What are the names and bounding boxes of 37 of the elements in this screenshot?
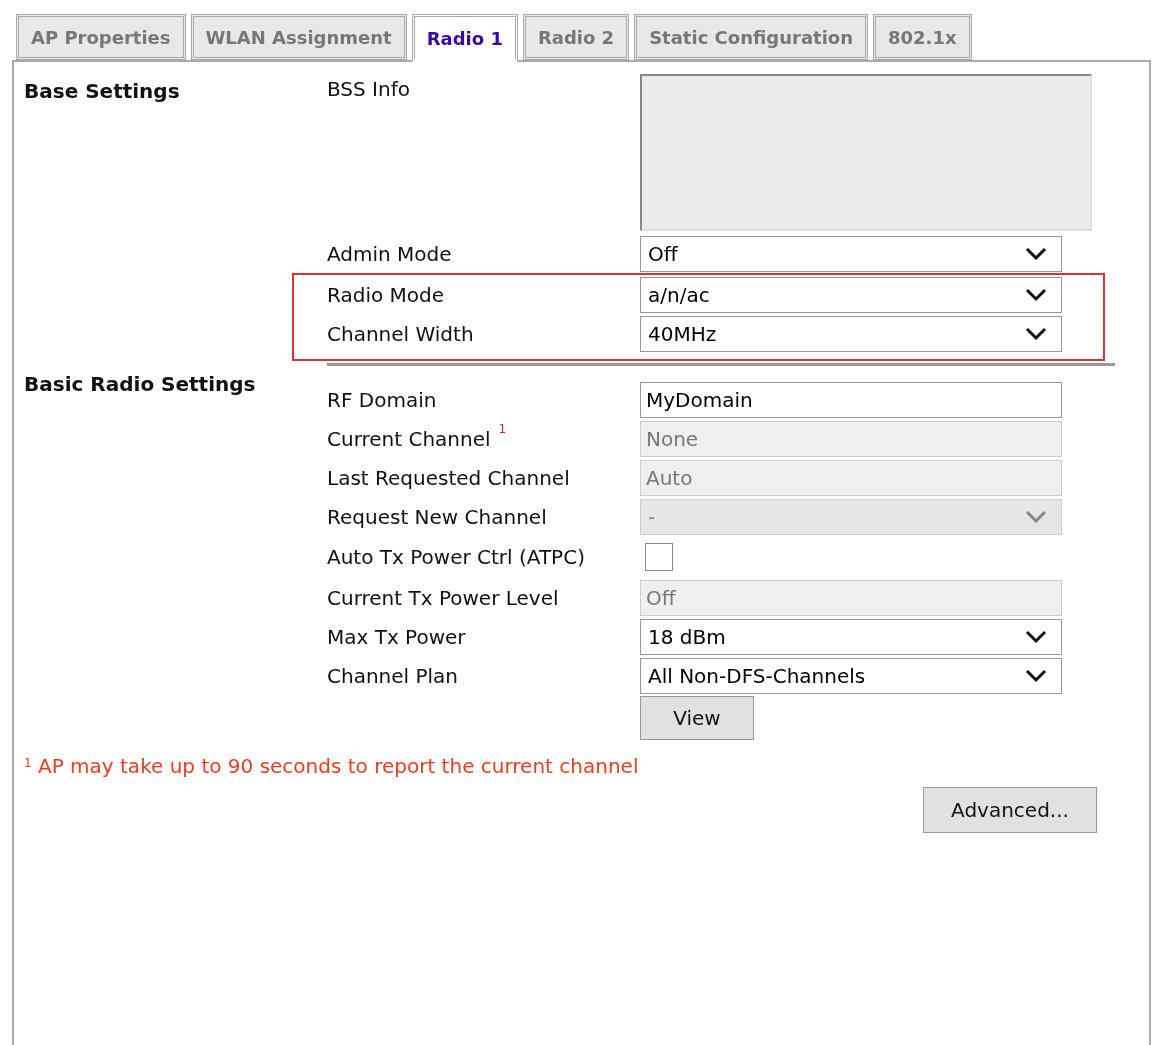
tab[interactable]: Radio 2: [522, 14, 630, 60]
section-heading: Base Settings: [24, 79, 180, 103]
field-label: Max Tx Power: [327, 623, 466, 651]
view-button[interactable]: View: [640, 696, 754, 740]
dropdown[interactable]: Off: [640, 235, 1062, 272]
checkbox[interactable]: [645, 543, 673, 571]
field-label: Current Tx Power Level: [327, 584, 559, 612]
field-label: Radio Mode: [327, 281, 445, 309]
field-label: Channel Width: [327, 320, 474, 348]
advanced-button[interactable]: Advanced...: [923, 787, 1097, 833]
text-field[interactable]: MyDomain: [640, 381, 1062, 418]
section-heading: Basic Radio Settings: [24, 372, 256, 396]
field-label: Request New Channel: [327, 503, 547, 531]
field-label: Channel Plan: [327, 662, 458, 690]
dropdown[interactable]: 40MHz: [640, 315, 1062, 352]
field-label: Admin Mode: [327, 240, 452, 268]
chevron-down-icon: [1025, 326, 1047, 341]
footnote-text: $^{1}$ AP may take up to 90 seconds to report the current channel: [24, 754, 639, 778]
dropdown[interactable]: All Non-DFS-Channels: [640, 657, 1062, 694]
footnote-mark: 1: [498, 421, 507, 436]
tab[interactable]: WLAN Assignment: [190, 14, 407, 60]
chevron-down-icon: [1025, 668, 1047, 683]
dropdown[interactable]: a/n/ac: [640, 276, 1062, 313]
tab[interactable]: Static Configuration: [634, 14, 868, 60]
chevron-down-icon: [1025, 246, 1047, 261]
field-label: Current Channel: [327, 425, 491, 453]
field-label: BSS Info: [327, 76, 410, 103]
field-label: Auto Tx Power Ctrl (ATPC): [327, 544, 585, 571]
chevron-down-icon: [1025, 509, 1047, 524]
tab[interactable]: 802.1x: [873, 14, 972, 60]
field-label: Last Requested Channel: [327, 464, 570, 492]
tab[interactable]: Radio 1: [411, 14, 518, 62]
tab[interactable]: AP Properties: [16, 14, 186, 60]
field-label: RF Domain: [327, 386, 437, 414]
dropdown[interactable]: 18 dBm: [640, 618, 1062, 655]
chevron-down-icon: [1025, 629, 1047, 644]
chevron-down-icon: [1025, 287, 1047, 302]
